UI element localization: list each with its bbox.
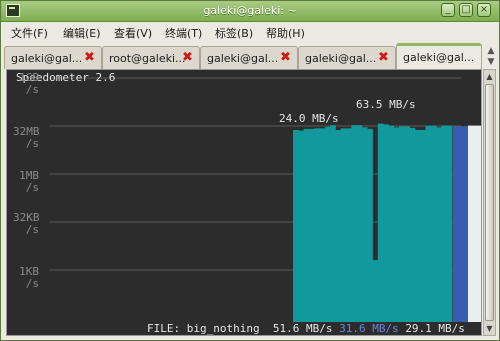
menu-tabs[interactable]: 标签(B) (215, 25, 253, 41)
rate-bar (314, 128, 320, 322)
annotation-low: 24.0 MB/s (279, 112, 339, 125)
current-rate: 31.6 MB/s (339, 322, 399, 335)
rate-bar (414, 129, 421, 322)
current-rate-bar (453, 126, 468, 322)
vertical-scrollbar[interactable]: ▲ ▼ (483, 69, 496, 336)
y-tick-32kb: 32KB /s (13, 212, 40, 236)
tab-label: galeki@gal... (207, 52, 279, 65)
tab-close-icon[interactable]: ✖ (181, 51, 194, 64)
terminal-window: galeki@galeki: ~ _ □ × 文件(F) 编辑(E) 查看(V)… (0, 0, 500, 341)
status-line: FILE: big_nothing 51.6 MB/s 31.6 MB/s 29… (147, 322, 465, 335)
rate-bar (436, 127, 442, 322)
terminal-view[interactable]: Speedometer 2.6 1GB /s 32MB /s 1MB /s 32… (6, 69, 482, 336)
rate-bar (393, 127, 400, 322)
y-tick-unit: /s (25, 83, 39, 96)
annotation-high: 63.5 MB/s (356, 98, 416, 111)
rate-bar (388, 125, 395, 322)
tab-2[interactable]: root@galeki... ✖ (102, 46, 200, 69)
menu-bar: 文件(F) 编辑(E) 查看(V) 终端(T) 标签(B) 帮助(H) (1, 22, 499, 42)
min-rate: 29.1 MB/s (405, 322, 465, 335)
y-tick-unit: /s (25, 137, 39, 150)
maximize-icon[interactable]: □ (459, 3, 473, 17)
tab-3[interactable]: galeki@gal... ✖ (200, 46, 298, 69)
rate-bar-tick (372, 262, 379, 265)
tab-label: galeki@gal... (11, 52, 83, 65)
rate-bar (356, 125, 363, 322)
tab-scroll-arrows[interactable]: ▲ ▼ (485, 46, 497, 68)
rate-bar (298, 130, 304, 322)
tab-close-icon[interactable]: ✖ (377, 51, 390, 64)
rate-bar (441, 125, 448, 322)
rate-bar (340, 128, 347, 322)
y-tick-32mb: 32MB /s (13, 126, 40, 150)
rate-bar (351, 125, 357, 322)
tab-label: galeki@gal... (305, 52, 377, 65)
rate-bar (367, 128, 373, 322)
tab-5-active[interactable]: galeki@gal... (396, 43, 482, 70)
rate-bar (319, 128, 326, 322)
y-tick-1kb: 1KB /s (13, 266, 39, 290)
avg-rate: 51.6 MB/s (272, 322, 333, 335)
rate-bar (308, 128, 315, 322)
rate-bar (330, 125, 336, 322)
menu-edit[interactable]: 编辑(E) (63, 25, 101, 41)
tab-label: galeki@gal... (403, 51, 475, 64)
y-tick-1mb: 1MB /s (13, 170, 39, 194)
rate-bar (383, 124, 389, 323)
peak-rate-bar (468, 125, 481, 322)
rate-bar (425, 125, 432, 322)
menu-terminal[interactable]: 终端(T) (165, 25, 202, 41)
rate-bar (377, 123, 384, 322)
rate-bar (346, 128, 352, 322)
y-tick-unit: /s (25, 277, 39, 290)
scroll-down-icon[interactable]: ▼ (484, 323, 495, 334)
rate-bar (420, 129, 426, 322)
scroll-up-icon[interactable]: ▲ (484, 71, 495, 82)
tab-close-icon[interactable]: ✖ (83, 51, 96, 64)
rate-bar (372, 260, 379, 322)
rate-bar (324, 126, 331, 322)
close-icon[interactable]: × (477, 3, 491, 17)
window-title: galeki@galeki: ~ (203, 4, 297, 17)
menu-view[interactable]: 查看(V) (114, 25, 152, 41)
y-tick-unit: /s (25, 223, 39, 236)
rate-bar (303, 128, 310, 322)
tab-4[interactable]: galeki@gal... ✖ (298, 46, 396, 69)
y-tick-1gb: 1GB /s (13, 72, 39, 96)
tab-label: root@galeki... (109, 52, 186, 65)
menu-help[interactable]: 帮助(H) (266, 25, 305, 41)
tab-1[interactable]: galeki@gal... ✖ (4, 46, 102, 69)
rate-bar (404, 126, 410, 322)
rate-bar (293, 129, 299, 322)
menu-file[interactable]: 文件(F) (11, 25, 48, 41)
tab-bar: galeki@gal... ✖ root@galeki... ✖ galeki@… (1, 42, 499, 70)
rate-bar (361, 127, 368, 322)
rate-bar (399, 126, 405, 322)
tab-close-icon[interactable]: ✖ (279, 51, 292, 64)
rate-bar (335, 129, 342, 322)
rate-bar (409, 127, 416, 322)
minimize-icon[interactable]: _ (441, 3, 455, 17)
scroll-thumb[interactable] (485, 84, 494, 321)
status-file: FILE: big_nothing (147, 322, 260, 335)
rate-bar (446, 125, 453, 322)
y-tick-unit: /s (25, 181, 39, 194)
rate-bar (430, 125, 437, 322)
title-bar[interactable]: galeki@galeki: ~ _ □ × (1, 1, 499, 22)
